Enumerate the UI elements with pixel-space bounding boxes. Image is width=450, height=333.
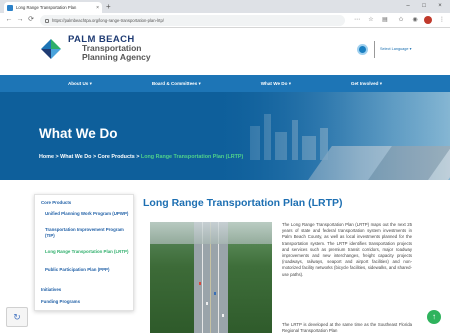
- sidebar-item-initiatives[interactable]: Initiatives: [41, 287, 127, 293]
- menu-icon[interactable]: ⋮: [437, 15, 447, 25]
- page-title: What We Do: [39, 126, 118, 141]
- url-text[interactable]: https://palmbeachtpa.org/long-range-tran…: [52, 18, 164, 23]
- profile-icon[interactable]: ◉: [410, 15, 420, 25]
- sidebar-item-ppp[interactable]: Public Participation Plan (PPP): [45, 267, 131, 273]
- nav-what-we-do[interactable]: What We Do ▾: [261, 81, 291, 87]
- sidebar: Core Products Unified Planning Work Prog…: [34, 194, 134, 311]
- address-bar[interactable]: https://palmbeachtpa.org/long-range-tran…: [40, 15, 345, 26]
- browser-toolbar: ← → ⟳ https://palmbeachtpa.org/long-rang…: [0, 13, 450, 28]
- language-select-label: Select Language: [380, 47, 409, 51]
- reload-icon[interactable]: ⟳: [26, 15, 36, 25]
- sidebar-item-core-products[interactable]: Core Products: [41, 200, 127, 206]
- recaptcha-badge[interactable]: ↻: [6, 307, 28, 327]
- bookmark-star-icon[interactable]: ☆: [366, 15, 376, 25]
- forward-icon[interactable]: →: [15, 15, 25, 25]
- highway-aerial-photo: [150, 222, 272, 333]
- breadcrumb-current: Long Range Transportation Plan (LRTP): [140, 154, 244, 160]
- header-divider: [374, 41, 375, 58]
- minimize-button[interactable]: –: [400, 0, 416, 13]
- hero-banner: What We Do Home > What We Do > Core Prod…: [0, 92, 450, 180]
- new-tab-button[interactable]: +: [106, 2, 111, 12]
- site-brand[interactable]: PALM BEACH Transportation Planning Agenc…: [68, 35, 198, 62]
- nav-board-committees[interactable]: Board & Committees ▾: [152, 81, 201, 87]
- browser-tab-bar: Long Range Transportation Plan × + – □ ×: [0, 0, 450, 13]
- scroll-to-top-button[interactable]: ↑: [427, 310, 441, 324]
- brand-line-3: Planning Agency: [82, 52, 151, 62]
- tab-close-icon[interactable]: ×: [96, 5, 99, 11]
- sidebar-item-tip[interactable]: Transportation Improvement Program (TIP): [45, 227, 131, 238]
- breadcrumb: Home > What We Do > Core Products > Long…: [39, 154, 243, 160]
- close-window-button[interactable]: ×: [432, 0, 448, 13]
- sidebar-item-upwp[interactable]: Unified Planning Work Program (UPWP): [45, 211, 131, 217]
- sidebar-item-funding-programs[interactable]: Funding Programs: [41, 299, 127, 305]
- main-navigation: About Us ▾ Board & Committees ▾ What We …: [0, 75, 450, 92]
- breadcrumb-trail[interactable]: Home > What We Do > Core Products >: [39, 154, 141, 160]
- site-header: PALM BEACH Transportation Planning Agenc…: [0, 28, 450, 75]
- tab-title: Long Range Transportation Plan: [16, 5, 77, 10]
- globe-icon[interactable]: [357, 44, 368, 55]
- back-icon[interactable]: ←: [4, 15, 14, 25]
- browser-tab[interactable]: Long Range Transportation Plan ×: [4, 2, 102, 13]
- maximize-button[interactable]: □: [416, 0, 432, 13]
- palm-beach-tpa-logo-icon[interactable]: [40, 38, 62, 60]
- nav-about-us[interactable]: About Us ▾: [68, 81, 92, 87]
- avatar[interactable]: [424, 16, 432, 24]
- lrtp-description-2: The LRTP is developed at the same time a…: [282, 322, 412, 333]
- collections-icon[interactable]: ▤: [380, 15, 390, 25]
- lrtp-description: The Long Range Transportation Plan (LRTP…: [282, 222, 412, 277]
- content-heading: Long Range Transportation Plan (LRTP): [143, 197, 343, 209]
- favorites-icon[interactable]: ✩: [396, 15, 406, 25]
- lock-icon: [45, 18, 49, 23]
- sidebar-item-lrtp[interactable]: Long Range Transportation Plan (LRTP): [45, 249, 131, 255]
- favicon-icon: [7, 4, 13, 11]
- recaptcha-icon: ↻: [13, 311, 21, 322]
- nav-get-involved[interactable]: Get Involved ▾: [351, 81, 382, 87]
- extensions-icon[interactable]: ⋯: [352, 15, 362, 25]
- language-select[interactable]: Select Language ▾: [380, 46, 411, 51]
